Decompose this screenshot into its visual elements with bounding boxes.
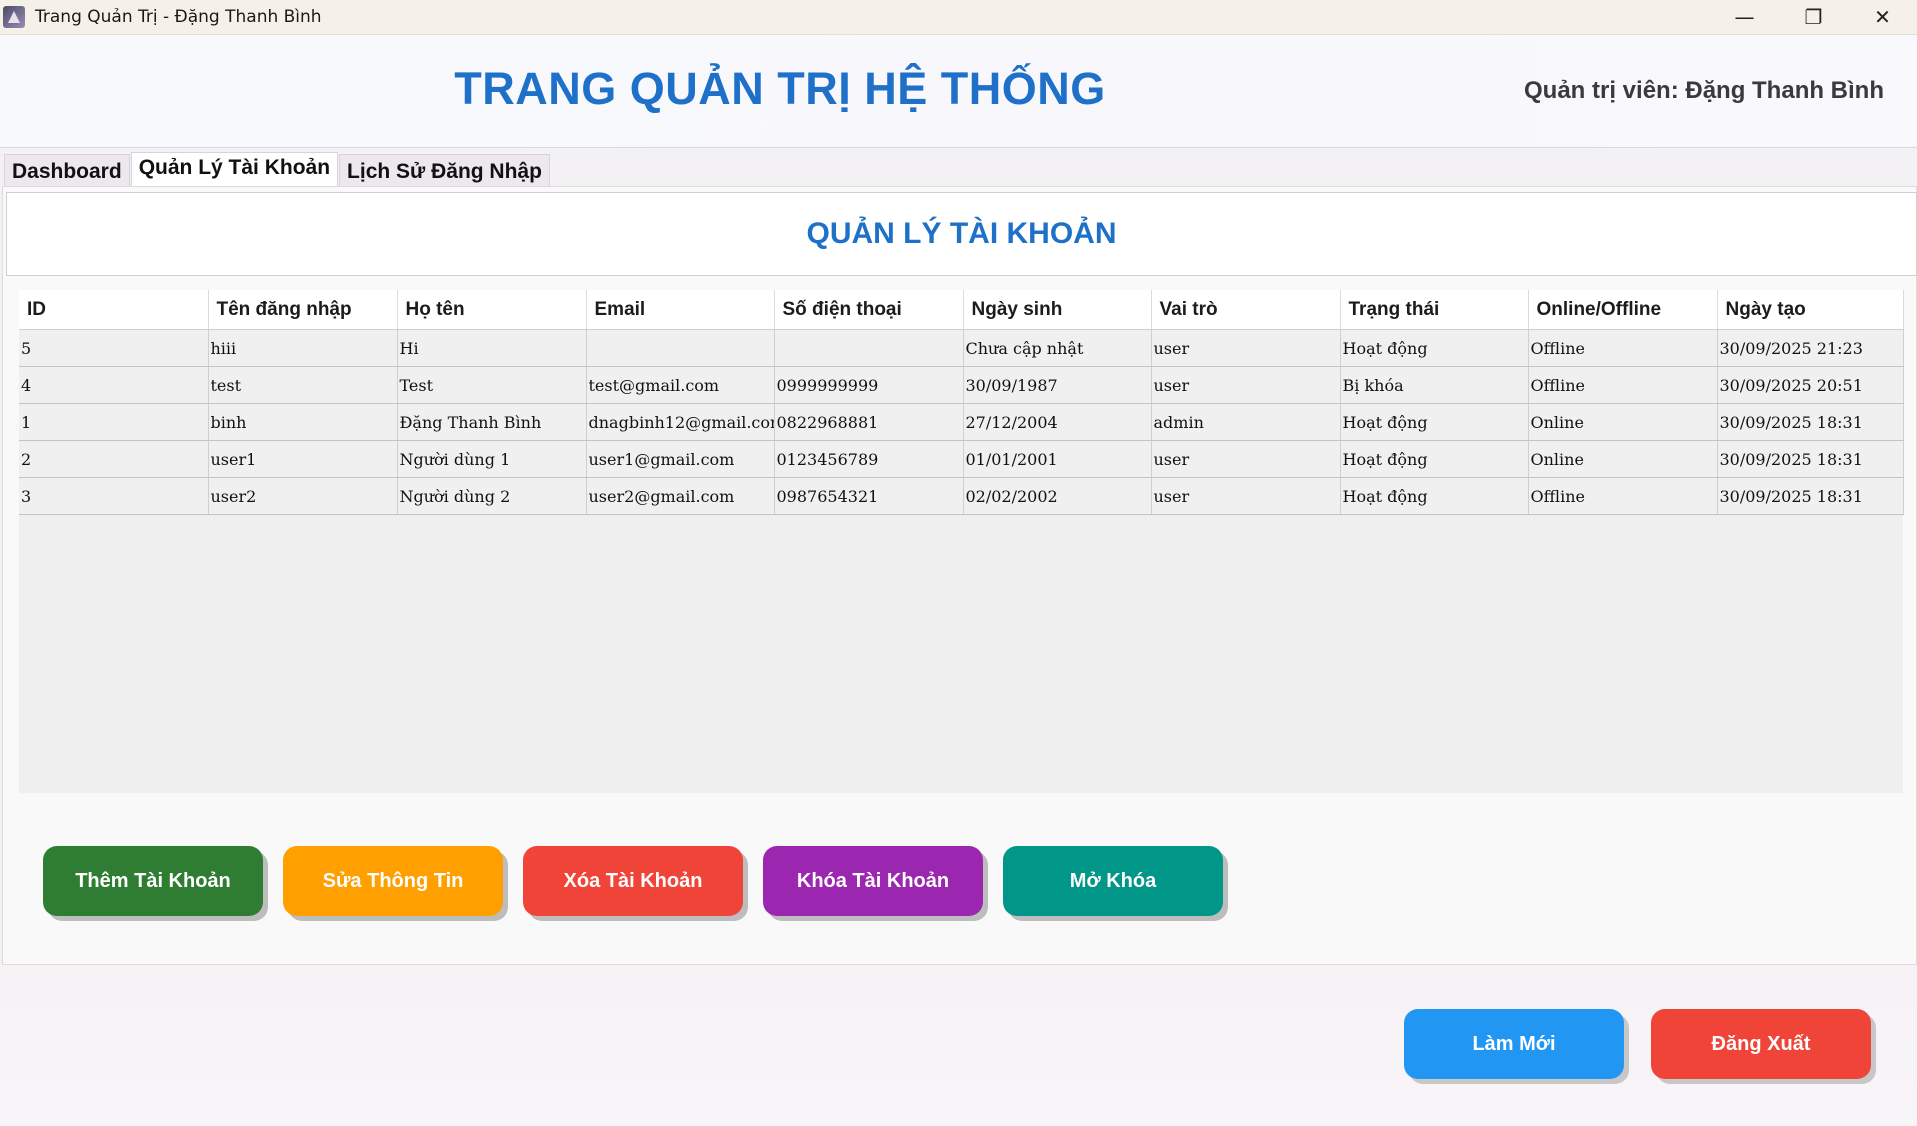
restore-icon[interactable]: ❐ [1779,0,1848,34]
table-cell: test [208,366,398,404]
table-cell: hiii [208,329,398,367]
close-icon[interactable]: ✕ [1848,0,1917,34]
footer: Làm Mới Đăng Xuất [0,965,1917,1126]
column-header[interactable]: Vai trò [1151,290,1341,330]
table-cell: dnagbinh12@gmail.com [586,403,775,441]
table-cell: Người dùng 1 [397,440,587,478]
minimize-icon[interactable]: — [1710,0,1779,34]
table-cell: admin [1151,403,1341,441]
column-header[interactable]: Số điện thoại [774,290,964,330]
table-cell: 01/01/2001 [963,440,1152,478]
table-cell: Offline [1528,329,1718,367]
table-cell: 0999999999 [774,366,964,404]
table-cell: 0123456789 [774,440,964,478]
window-controls: — ❐ ✕ [1710,0,1917,34]
column-header[interactable]: ID [19,290,209,330]
table-body: 5 hiii Hi Chưa cập nhật user Hoạt động Offline… [19,329,1904,515]
lock-account-button[interactable]: Khóa Tài Khoản [763,846,983,916]
table-cell: Offline [1528,477,1718,515]
table-cell: 30/09/2025 18:31 [1717,403,1904,441]
accounts-table: ID Tên đăng nhập Họ tên Email Số điện thoại N… [19,290,1904,515]
table-cell: user1@gmail.com [586,440,775,478]
table-cell: Hi [397,329,587,367]
table-cell [586,329,775,367]
table-cell: Hoạt động [1340,477,1529,515]
table-cell: 3 [19,477,209,515]
column-header[interactable]: Tên đăng nhập [208,290,398,330]
app-icon [3,6,25,28]
table-cell: Chưa cập nhật [963,329,1152,367]
column-header[interactable]: Ngày tạo [1717,290,1904,330]
table-cell: Online [1528,403,1718,441]
accounts-table-area[interactable]: ID Tên đăng nhập Họ tên Email Số điện thoại N… [19,290,1904,793]
table-cell: Offline [1528,366,1718,404]
table-cell: Hoạt động [1340,403,1529,441]
table-cell: 5 [19,329,209,367]
table-cell: 2 [19,440,209,478]
table-cell: 1 [19,403,209,441]
table-cell: 4 [19,366,209,404]
tab-account-management[interactable]: Quản Lý Tài Khoản [130,152,339,187]
tab-login-history[interactable]: Lịch Sử Đăng Nhập [339,154,550,187]
table-row[interactable]: 1 binh Đặng Thanh Bình dnagbinh12@gmail.com… [19,403,1904,441]
table-row[interactable]: 2 user1 Người dùng 1 user1@gmail.com 0123456… [19,440,1904,478]
table-cell [774,329,964,367]
column-header[interactable]: Online/Offline [1528,290,1718,330]
section-title: QUẢN LÝ TÀI KHOẢN [806,217,1117,250]
admin-name-label: Quản trị viên: Đặng Thanh Bình [1524,77,1884,104]
table-cell: 02/02/2002 [963,477,1152,515]
unlock-button[interactable]: Mở Khóa [1003,846,1223,916]
table-cell: user [1151,366,1341,404]
table-cell: Đặng Thanh Bình [397,403,587,441]
table-cell: 0987654321 [774,477,964,515]
table-cell: 0822968881 [774,403,964,441]
logout-button[interactable]: Đăng Xuất [1651,1009,1871,1079]
account-management-panel: QUẢN LÝ TÀI KHOẢN ID Tên đăng nhập Họ tên E… [2,186,1917,965]
table-cell: user [1151,477,1341,515]
table-cell: Bị khóa [1340,366,1529,404]
table-header-row: ID Tên đăng nhập Họ tên Email Số điện thoại N… [19,290,1904,330]
edit-info-button[interactable]: Sửa Thông Tin [283,846,503,916]
title-bar: Trang Quản Trị - Đặng Thanh Bình — ❐ ✕ [0,0,1917,35]
page-header: TRANG QUẢN TRỊ HỆ THỐNG Quản trị viên: Đ… [0,35,1917,148]
column-header[interactable]: Email [586,290,775,330]
action-button-row: Thêm Tài Khoản Sửa Thông Tin Xóa Tài Khoản… [43,846,1243,916]
table-cell: 30/09/1987 [963,366,1152,404]
table-cell: Người dùng 2 [397,477,587,515]
table-cell: test@gmail.com [586,366,775,404]
table-row[interactable]: 4 test Test test@gmail.com 0999999999 30/09/1… [19,366,1904,404]
table-cell: Test [397,366,587,404]
table-cell: user [1151,329,1341,367]
table-cell: user2@gmail.com [586,477,775,515]
table-cell: Hoạt động [1340,440,1529,478]
table-cell: 30/09/2025 21:23 [1717,329,1904,367]
delete-account-button[interactable]: Xóa Tài Khoản [523,846,743,916]
table-cell: 30/09/2025 18:31 [1717,440,1904,478]
tab-bar: Dashboard Quản Lý Tài Khoản Lịch Sử Đăng N… [4,152,551,187]
page-title: TRANG QUẢN TRỊ HỆ THỐNG [454,63,1106,114]
table-row[interactable]: 5 hiii Hi Chưa cập nhật user Hoạt động Offline… [19,329,1904,367]
tab-dashboard[interactable]: Dashboard [4,154,130,187]
table-cell: user [1151,440,1341,478]
table-cell: user2 [208,477,398,515]
refresh-button[interactable]: Làm Mới [1404,1009,1624,1079]
column-header[interactable]: Ngày sinh [963,290,1152,330]
table-cell: user1 [208,440,398,478]
column-header[interactable]: Họ tên [397,290,587,330]
table-row[interactable]: 3 user2 Người dùng 2 user2@gmail.com 0987654… [19,477,1904,515]
table-cell: 27/12/2004 [963,403,1152,441]
column-header[interactable]: Trạng thái [1340,290,1529,330]
table-cell: binh [208,403,398,441]
table-cell: Hoạt động [1340,329,1529,367]
window-title: Trang Quản Trị - Đặng Thanh Bình [35,7,322,27]
section-title-box: QUẢN LÝ TÀI KHOẢN [6,192,1917,276]
table-cell: Online [1528,440,1718,478]
table-cell: 30/09/2025 18:31 [1717,477,1904,515]
add-account-button[interactable]: Thêm Tài Khoản [43,846,263,916]
table-cell: 30/09/2025 20:51 [1717,366,1904,404]
